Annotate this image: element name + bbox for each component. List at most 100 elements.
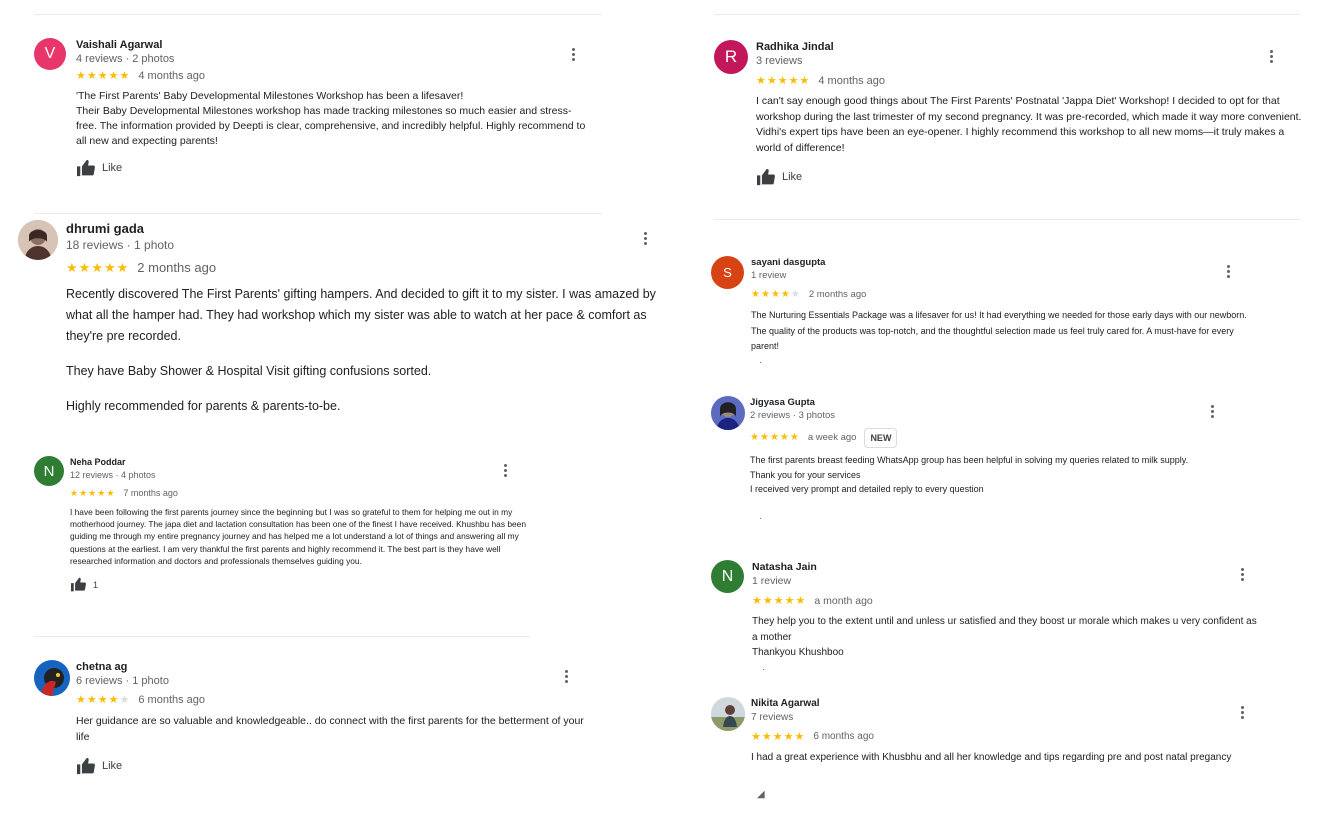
- reviewer-name[interactable]: sayani dasgupta: [751, 256, 1251, 269]
- avatar[interactable]: [18, 220, 58, 260]
- more-vert-icon[interactable]: [1240, 568, 1244, 581]
- divider: [714, 14, 1300, 15]
- star-filled-icon: ★: [794, 731, 806, 743]
- star-filled-icon: ★: [103, 260, 117, 275]
- more-vert-icon[interactable]: [503, 464, 507, 477]
- star-filled-icon: ★: [773, 595, 785, 607]
- more-vert-icon[interactable]: [1210, 405, 1214, 418]
- reviewer-name[interactable]: Jigyasa Gupta: [750, 396, 1240, 409]
- review-time: 4 months ago: [818, 75, 886, 87]
- profile-photo-icon: [34, 660, 70, 696]
- star-filled-icon: ★: [777, 75, 789, 87]
- more-vert-icon[interactable]: [643, 232, 647, 245]
- rating-line: ★★★★★ 6 months ago: [76, 692, 596, 708]
- rating-line: ★★★★★ 7 months ago: [70, 486, 530, 500]
- review-time: a month ago: [814, 595, 873, 607]
- divider: [714, 219, 1300, 220]
- star-filled-icon: ★: [79, 488, 89, 498]
- reviewer-meta: 3 reviews: [756, 55, 803, 67]
- star-filled-icon: ★: [783, 731, 795, 743]
- profile-photo-icon: [711, 396, 745, 430]
- star-filled-icon: ★: [108, 70, 120, 82]
- review-text: Recently discovered The First Parents' g…: [66, 284, 676, 417]
- like-button[interactable]: Like: [76, 757, 596, 775]
- reviewer-name[interactable]: Radhika Jindal: [756, 40, 1302, 54]
- avatar[interactable]: R: [714, 40, 748, 74]
- reviewer-name[interactable]: Neha Poddar: [70, 456, 530, 469]
- avatar[interactable]: [711, 697, 745, 731]
- star-filled-icon: ★: [772, 731, 784, 743]
- review-paragraph: Recently discovered The First Parents' g…: [66, 287, 656, 343]
- more-vert-icon[interactable]: [1269, 50, 1273, 63]
- reviewer-name[interactable]: dhrumi gada: [66, 220, 676, 237]
- review-paragraph: I can't say enough good things about The…: [756, 95, 1302, 154]
- more-vert-icon[interactable]: [564, 670, 568, 683]
- reviewer-meta: 6 reviews · 1 photo: [76, 675, 169, 687]
- star-rating: ★★★★★: [751, 288, 801, 302]
- more-vert-icon[interactable]: [571, 48, 575, 61]
- review-paragraph: Her guidance are so valuable and knowled…: [76, 715, 584, 743]
- star-filled-icon: ★: [86, 694, 98, 706]
- reviewer-name[interactable]: Vaishali Agarwal: [76, 38, 586, 52]
- reviewer-name[interactable]: chetna ag: [76, 660, 596, 674]
- star-rating: ★★★★★: [752, 593, 806, 609]
- reviewer-name[interactable]: Natasha Jain: [752, 560, 1262, 574]
- star-filled-icon: ★: [784, 595, 796, 607]
- star-rating: ★★★★★: [66, 259, 129, 277]
- star-filled-icon: ★: [762, 595, 774, 607]
- reviewer-name[interactable]: Nikita Agarwal: [751, 697, 1251, 710]
- thumbs-up-icon: [76, 757, 96, 775]
- review-paragraph: The first parents breast feeding WhatsAp…: [750, 455, 1189, 465]
- review-time: 7 months ago: [123, 488, 178, 498]
- divider: [34, 213, 602, 214]
- star-filled-icon: ★: [769, 432, 780, 443]
- avatar[interactable]: [34, 660, 70, 696]
- divider: [34, 14, 602, 15]
- like-button[interactable]: 1: [70, 577, 530, 592]
- review-time: 4 months ago: [138, 70, 206, 82]
- star-filled-icon: ★: [116, 260, 130, 275]
- review-paragraph: They have Baby Shower & Hospital Visit g…: [66, 364, 432, 378]
- star-filled-icon: ★: [760, 289, 771, 300]
- profile-photo-icon: [18, 220, 58, 260]
- reviewer-meta: 1 review: [752, 575, 792, 587]
- review-paragraph: They help you to the extent until and un…: [752, 616, 1257, 643]
- thumbs-up-icon: [76, 159, 96, 177]
- star-filled-icon: ★: [750, 432, 760, 443]
- like-button[interactable]: Like: [76, 159, 586, 177]
- new-badge: NEW: [864, 428, 898, 448]
- more-vert-icon[interactable]: [1226, 265, 1230, 278]
- star-filled-icon: ★: [91, 260, 104, 275]
- rating-line: ★★★★★ a month ago: [752, 593, 1262, 609]
- avatar[interactable]: V: [34, 38, 66, 70]
- review-text: I have been following the first parents …: [70, 506, 530, 567]
- star-filled-icon: ★: [66, 260, 79, 275]
- star-filled-icon: ★: [106, 488, 116, 498]
- reviewer-meta: 12 reviews · 4 photos: [70, 470, 156, 480]
- thumbs-up-icon: [70, 577, 87, 592]
- avatar[interactable]: N: [711, 560, 744, 593]
- review-text: I can't say enough good things about The…: [756, 94, 1302, 156]
- review-text: They help you to the extent until and un…: [752, 614, 1262, 661]
- reviewer-meta: 7 reviews: [751, 712, 794, 723]
- review-time: 6 months ago: [813, 731, 874, 742]
- star-filled-icon: ★: [76, 70, 87, 82]
- star-rating: ★★★★★: [76, 692, 130, 708]
- review-paragraph: Thank you for your services: [750, 469, 861, 480]
- star-filled-icon: ★: [70, 488, 80, 498]
- star-empty-icon: ★: [119, 694, 131, 706]
- star-filled-icon: ★: [799, 75, 811, 87]
- avatar[interactable]: [711, 396, 745, 430]
- like-button[interactable]: Like: [756, 168, 1302, 186]
- review-paragraph: The Nurturing Essentials Package was a l…: [751, 310, 1247, 352]
- avatar[interactable]: N: [34, 456, 64, 486]
- star-filled-icon: ★: [759, 432, 770, 443]
- avatar[interactable]: S: [711, 256, 744, 289]
- review-text: 'The First Parents' Baby Developmental M…: [76, 89, 586, 149]
- star-filled-icon: ★: [789, 432, 800, 443]
- review-paragraph: Thankyou Khushboo: [752, 647, 844, 658]
- reviewer-meta: 4 reviews · 2 photos: [76, 53, 175, 65]
- star-filled-icon: ★: [119, 70, 131, 82]
- star-filled-icon: ★: [795, 595, 807, 607]
- more-vert-icon[interactable]: [1240, 706, 1244, 719]
